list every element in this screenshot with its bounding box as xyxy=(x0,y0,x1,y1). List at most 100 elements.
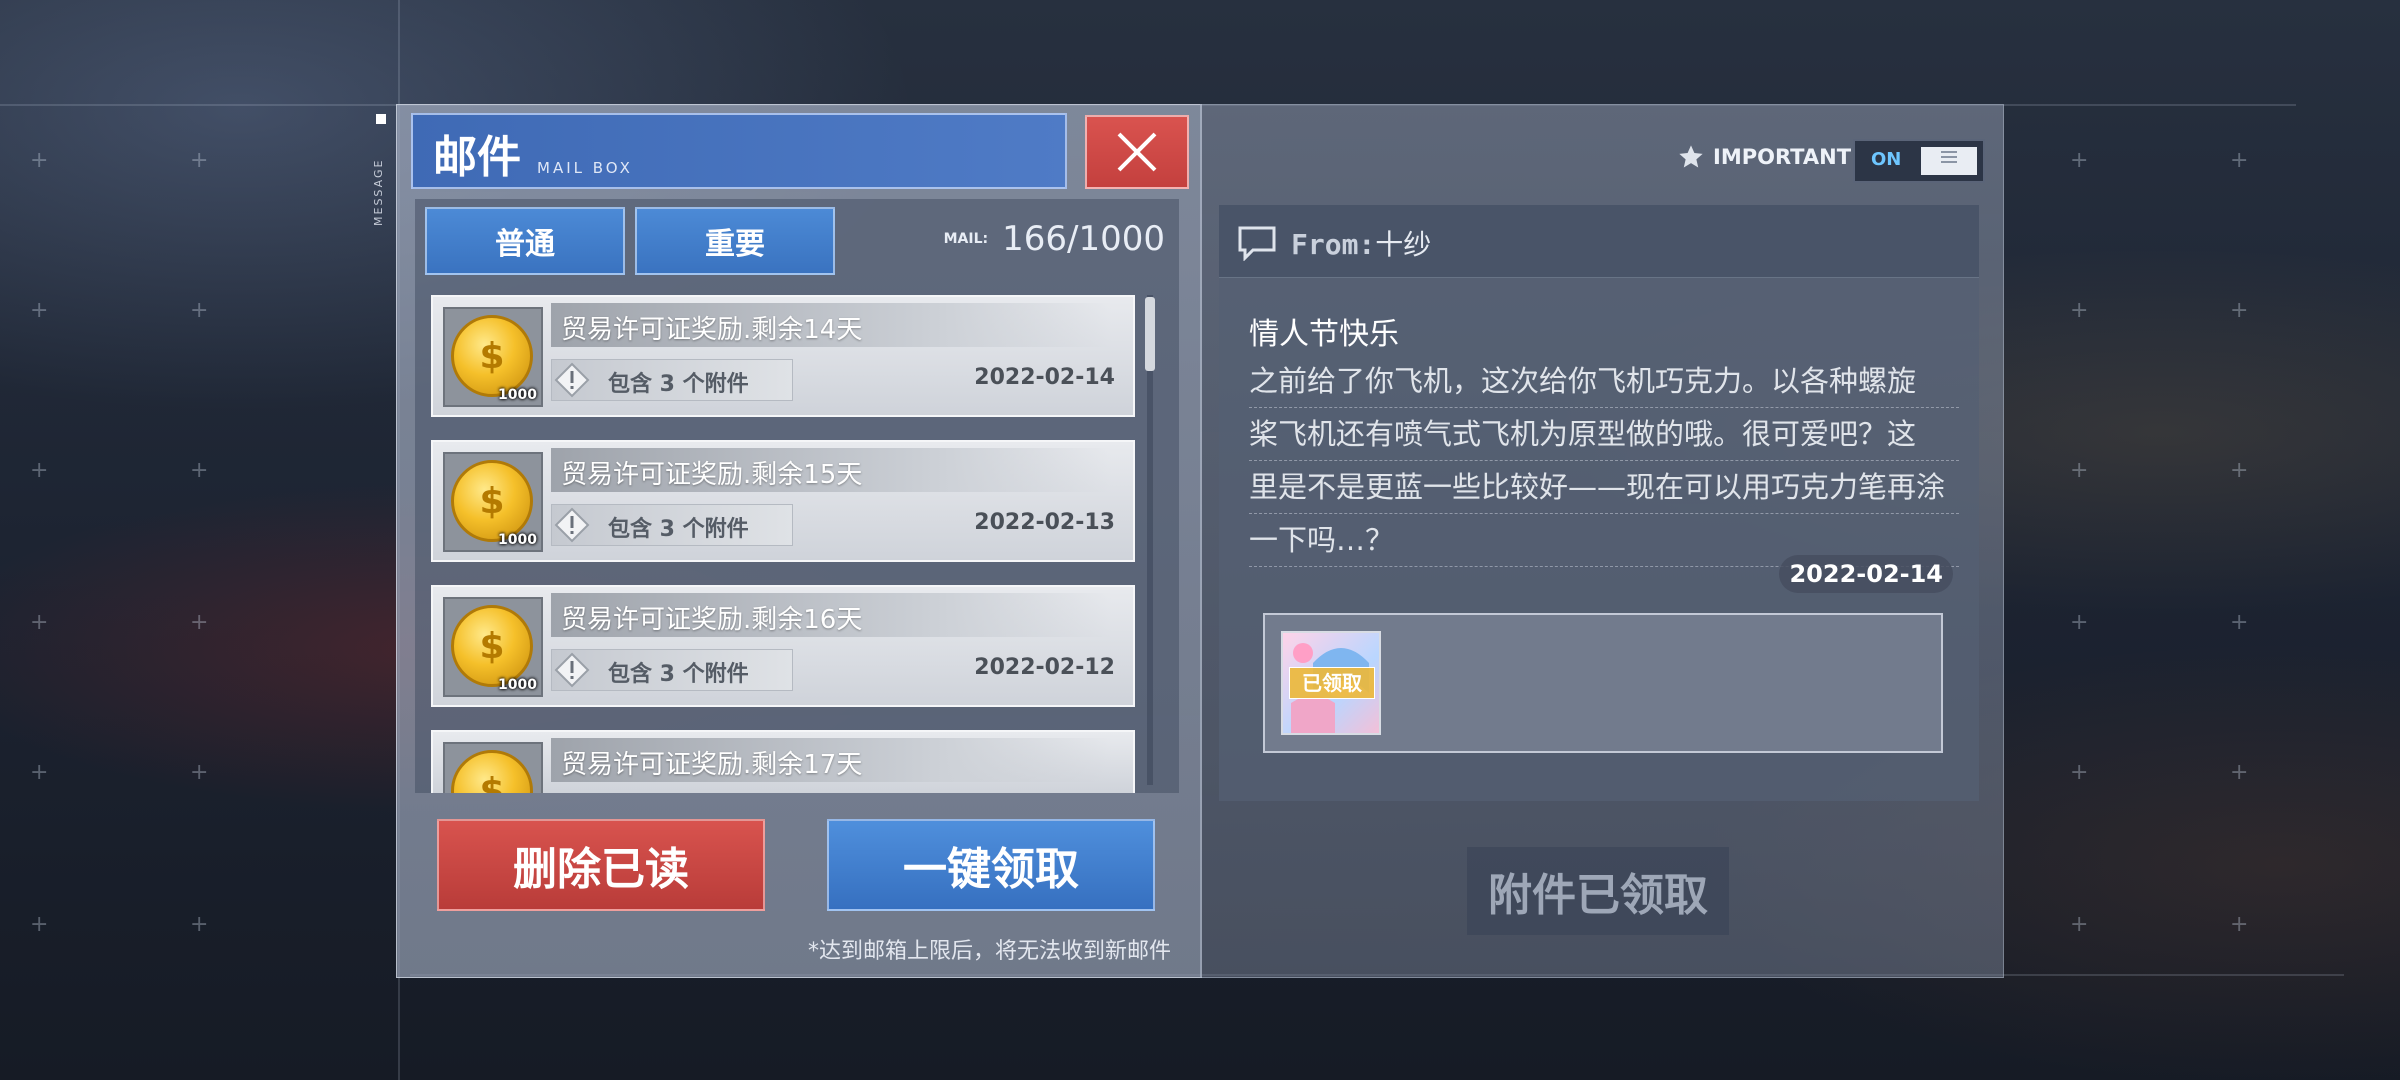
mail-item[interactable]: $ 1000 贸易许可证奖励.剩余15天 包含 3 个附件 2022-02-13 xyxy=(431,440,1135,562)
mail-item-title-bar: 贸易许可证奖励.剩余14天 xyxy=(551,303,1111,347)
attachment-count: 包含 3 个附件 xyxy=(608,517,749,542)
mail-item-title-bar: 贸易许可证奖励.剩余17天 xyxy=(551,738,1111,782)
mail-item-title-bar: 贸易许可证奖励.剩余16天 xyxy=(551,593,1111,637)
delete-read-button[interactable]: 删除已读 xyxy=(437,819,765,911)
item-quantity: 1000 xyxy=(498,387,537,403)
mailbox-title-bar: 邮件 MAIL BOX xyxy=(411,113,1067,189)
cross-mark: + xyxy=(2230,148,2249,173)
toggle-state: ON xyxy=(1871,149,1902,170)
claimed-badge: 已领取 xyxy=(1289,667,1375,699)
important-toggle[interactable]: ON xyxy=(1853,139,1985,183)
page-subtitle: MAIL BOX xyxy=(537,159,633,177)
scrollbar-thumb[interactable] xyxy=(1145,297,1155,371)
cross-mark: + xyxy=(2230,298,2249,323)
claim-all-button[interactable]: 一键领取 xyxy=(827,819,1155,911)
message-line: 里是不是更蓝一些比较好——现在可以用巧克力笔再涂 xyxy=(1249,461,1959,514)
cross-mark: + xyxy=(190,610,209,635)
close-icon xyxy=(1117,132,1157,172)
mail-item-title-bar: 贸易许可证奖励.剩余15天 xyxy=(551,448,1111,492)
attachment-pill: 包含 3 个附件 xyxy=(551,504,793,546)
gold-coin-icon: $ xyxy=(451,315,533,397)
message-line: 桨飞机还有喷气式飞机为原型做的哦。很可爱吧？这 xyxy=(1249,408,1959,461)
item-icon-box: $ xyxy=(443,742,543,793)
gold-coin-icon: $ xyxy=(451,750,533,793)
attachment-box: 已领取 xyxy=(1263,613,1943,753)
mail-item-date: 2022-02-12 xyxy=(974,655,1115,680)
page-title: 邮件 xyxy=(433,132,521,183)
cross-mark: + xyxy=(190,148,209,173)
item-quantity: 1000 xyxy=(498,677,537,693)
tab-normal[interactable]: 普通 xyxy=(425,207,625,275)
mail-count-value: 166/1000 xyxy=(1002,219,1165,259)
mail-item[interactable]: $ 1000 贸易许可证奖励.剩余14天 包含 3 个附件 2022-02-14 xyxy=(431,295,1135,417)
corner-marker xyxy=(376,114,386,124)
message-date: 2022-02-14 xyxy=(1779,555,1953,593)
cross-mark: + xyxy=(2070,298,2089,323)
cross-mark: + xyxy=(2230,610,2249,635)
mailbox-limit-note: *达到邮箱上限后，将无法收到新邮件 xyxy=(807,939,1171,964)
side-tag: MESSAGE xyxy=(372,158,385,226)
item-quantity: 1000 xyxy=(498,532,537,548)
close-button[interactable] xyxy=(1085,115,1189,189)
cross-mark: + xyxy=(190,298,209,323)
tab-important-label: 重要 xyxy=(705,227,765,262)
mail-item-title: 贸易许可证奖励.剩余15天 xyxy=(561,460,863,490)
gold-coin-icon: $ xyxy=(451,605,533,687)
item-icon-box: $ 1000 xyxy=(443,452,543,552)
cross-mark: + xyxy=(2230,458,2249,483)
mail-detail-panel: IMPORTANT ON From:十纱 情人节快乐 之前给了你飞机，这次给你飞… xyxy=(1200,104,2004,978)
cross-mark: + xyxy=(2070,458,2089,483)
item-icon-box: $ 1000 xyxy=(443,597,543,697)
cross-mark: + xyxy=(2070,148,2089,173)
cross-mark: + xyxy=(30,912,49,937)
cross-mark: + xyxy=(30,458,49,483)
sender-name: 十纱 xyxy=(1375,228,1432,261)
mail-item-title: 贸易许可证奖励.剩余14天 xyxy=(561,315,863,345)
attachments-claimed-button[interactable]: 附件已领取 xyxy=(1467,847,1729,935)
from-bar: From:十纱 xyxy=(1219,205,1979,278)
attachment-pill: 包含 3 个附件 xyxy=(551,359,793,401)
menu-lines-icon xyxy=(1941,156,1957,158)
important-label: IMPORTANT xyxy=(1713,145,1852,169)
cross-mark: + xyxy=(190,760,209,785)
exclamation-icon xyxy=(554,362,590,398)
exclamation-icon xyxy=(554,652,590,688)
cross-mark: + xyxy=(30,610,49,635)
mail-item-date: 2022-02-14 xyxy=(974,365,1115,390)
chocolate-gift-icon[interactable]: 已领取 xyxy=(1281,631,1381,735)
tab-normal-label: 普通 xyxy=(495,227,555,262)
chat-bubble-icon xyxy=(1238,226,1276,261)
cross-mark: + xyxy=(2070,760,2089,785)
important-label-group: IMPORTANT xyxy=(1677,143,1851,171)
cross-mark: + xyxy=(30,148,49,173)
mail-item-date: 2022-02-13 xyxy=(974,510,1115,535)
cross-mark: + xyxy=(2230,912,2249,937)
cross-mark: + xyxy=(2070,610,2089,635)
star-icon xyxy=(1679,145,1703,168)
mail-list-area: 普通 重要 MAIL: 166/1000 $ 1000 贸易许可证奖励.剩余14天… xyxy=(415,199,1179,793)
toggle-knob xyxy=(1921,147,1977,175)
cross-mark: + xyxy=(2230,760,2249,785)
attachment-count: 包含 3 个附件 xyxy=(608,372,749,397)
mail-count: MAIL: 166/1000 xyxy=(944,219,1165,259)
message-line: 之前给了你飞机，这次给你飞机巧克力。以各种螺旋 xyxy=(1249,355,1959,408)
message-card: From:十纱 情人节快乐 之前给了你飞机，这次给你飞机巧克力。以各种螺旋 桨飞… xyxy=(1219,205,1979,801)
mail-item[interactable]: $ 贸易许可证奖励.剩余17天 xyxy=(431,730,1135,793)
sender-line: From:十纱 xyxy=(1291,223,1431,263)
message-subject: 情人节快乐 xyxy=(1249,317,1399,352)
mail-item-title: 贸易许可证奖励.剩余16天 xyxy=(561,605,863,635)
cross-mark: + xyxy=(190,458,209,483)
gold-coin-icon: $ xyxy=(451,460,533,542)
attachment-count: 包含 3 个附件 xyxy=(608,662,749,687)
item-icon-box: $ 1000 xyxy=(443,307,543,407)
cross-mark: + xyxy=(30,760,49,785)
cross-mark: + xyxy=(30,298,49,323)
mailbox-panel: 邮件 MAIL BOX 普通 重要 MAIL: 166/1000 $ 1000 贸… xyxy=(396,104,1202,978)
exclamation-icon xyxy=(554,507,590,543)
attachment-pill: 包含 3 个附件 xyxy=(551,649,793,691)
from-label: From: xyxy=(1291,228,1376,261)
mail-count-label: MAIL: xyxy=(943,231,989,247)
tab-important[interactable]: 重要 xyxy=(635,207,835,275)
message-body: 之前给了你飞机，这次给你飞机巧克力。以各种螺旋 桨飞机还有喷气式飞机为原型做的哦… xyxy=(1249,355,1959,567)
mail-item[interactable]: $ 1000 贸易许可证奖励.剩余16天 包含 3 个附件 2022-02-12 xyxy=(431,585,1135,707)
